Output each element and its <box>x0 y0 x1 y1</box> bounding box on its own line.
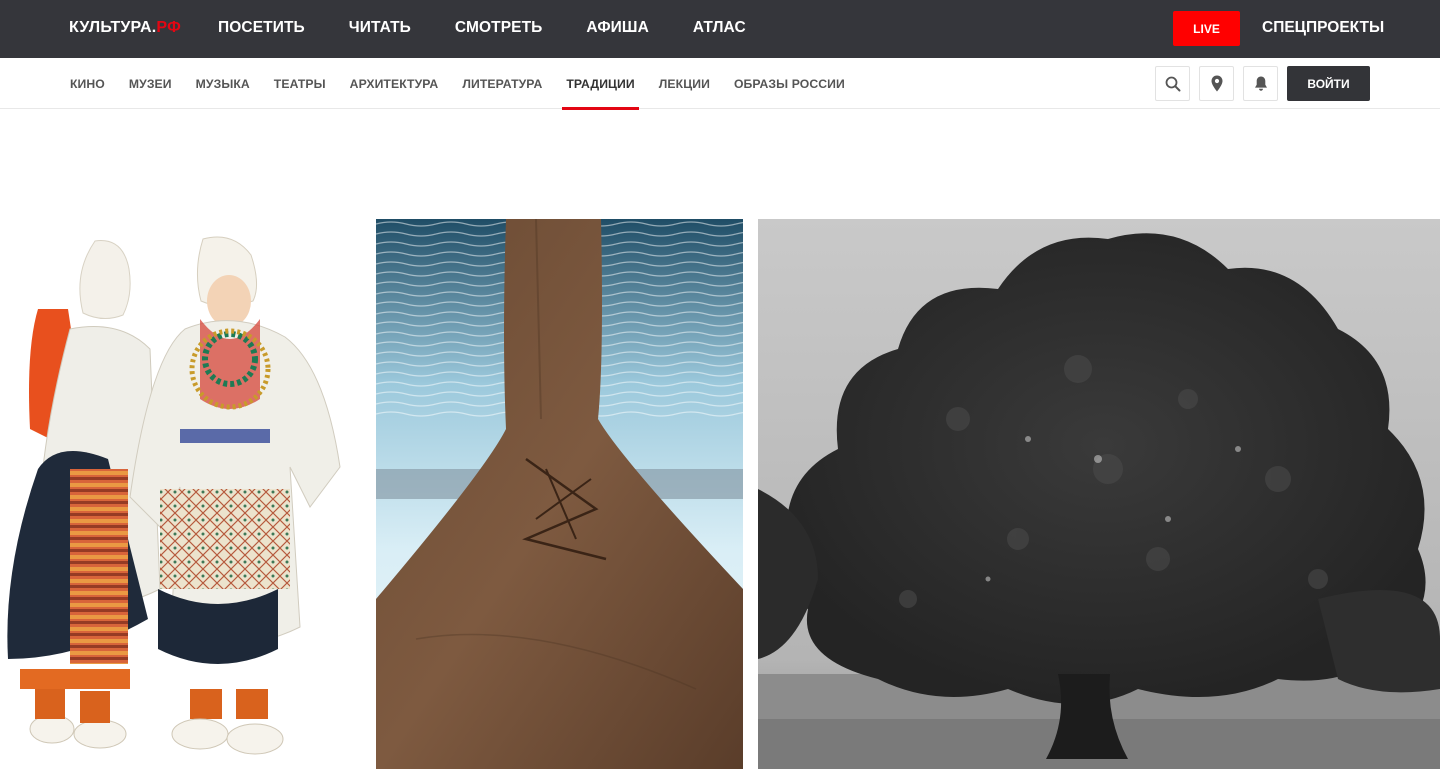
logo-accent-text: РФ <box>156 19 181 36</box>
main-nav-item-afisha[interactable]: АФИША <box>586 19 648 37</box>
folk-costume-illustration <box>0 219 362 769</box>
login-button[interactable]: ВОЙТИ <box>1287 66 1370 101</box>
live-button[interactable]: LIVE <box>1173 11 1240 46</box>
category-item-kino[interactable]: КИНО <box>70 58 105 109</box>
location-button[interactable] <box>1199 66 1234 101</box>
category-item-museums[interactable]: МУЗЕИ <box>129 58 172 109</box>
category-item-lectures[interactable]: ЛЕКЦИИ <box>659 58 710 109</box>
category-item-literature[interactable]: ЛИТЕРАТУРА <box>462 58 542 109</box>
main-nav-item-atlas[interactable]: АТЛАС <box>693 19 746 37</box>
search-button[interactable] <box>1155 66 1190 101</box>
site-logo[interactable]: КУЛЬТУРА.РФ <box>69 19 181 37</box>
category-item-architecture[interactable]: АРХИТЕКТУРА <box>350 58 439 109</box>
main-nav-item-read[interactable]: ЧИТАТЬ <box>349 19 411 37</box>
category-item-images-of-russia[interactable]: ОБРАЗЫ РОССИИ <box>734 58 845 109</box>
location-pin-icon <box>1211 75 1222 92</box>
sub-header: КИНО МУЗЕИ МУЗЫКА ТЕАТРЫ АРХИТЕКТУРА ЛИТ… <box>0 58 1440 110</box>
oak-tree-photo <box>758 219 1440 769</box>
wooden-paddle-photo <box>376 219 743 769</box>
category-item-traditions[interactable]: ТРАДИЦИИ <box>562 58 640 110</box>
main-nav-item-visit[interactable]: ПОСЕТИТЬ <box>218 19 305 37</box>
gallery-image-wooden-paddle[interactable] <box>376 219 743 769</box>
notifications-button[interactable] <box>1243 66 1278 101</box>
main-nav: ПОСЕТИТЬ ЧИТАТЬ СМОТРЕТЬ АФИША АТЛАС <box>218 19 790 37</box>
category-item-music[interactable]: МУЗЫКА <box>196 58 250 109</box>
logo-main-text: КУЛЬТУРА. <box>69 19 157 36</box>
main-nav-item-watch[interactable]: СМОТРЕТЬ <box>455 19 543 37</box>
special-projects-link[interactable]: СПЕЦПРОЕКТЫ <box>1262 19 1384 37</box>
bell-icon <box>1254 76 1267 91</box>
category-item-theatres[interactable]: ТЕАТРЫ <box>274 58 326 109</box>
gallery-image-folk-costume[interactable] <box>0 219 362 769</box>
photo-gallery <box>0 219 1440 769</box>
top-header: КУЛЬТУРА.РФ ПОСЕТИТЬ ЧИТАТЬ СМОТРЕТЬ АФИ… <box>0 0 1440 58</box>
category-nav: КИНО МУЗЕИ МУЗЫКА ТЕАТРЫ АРХИТЕКТУРА ЛИТ… <box>70 58 869 110</box>
gallery-image-oak-tree[interactable] <box>758 219 1440 769</box>
search-icon <box>1165 76 1180 91</box>
